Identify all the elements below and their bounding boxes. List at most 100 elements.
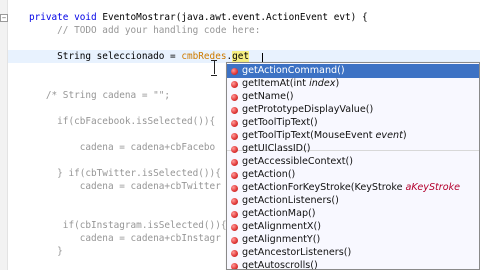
method-bullet-icon [231,80,238,88]
method-bullet-icon [231,171,238,179]
method-bullet-icon [231,67,238,75]
completion-params: () [308,208,316,219]
completion-item[interactable]: getAutoscrolls() [227,259,479,270]
code-line-text: if(cbFacebook.isSelected()){ [12,115,215,128]
completion-params: (int [289,78,310,89]
completion-method-name: getActionForKeyStroke [242,182,351,193]
method-bullet-icon [231,106,238,114]
code-token: cmbRedes [181,51,227,62]
code-token: cadena = cadena+cbTwitter [79,181,221,192]
completion-method-name: getItemAt [242,78,290,89]
completion-item[interactable]: getItemAt(int index) [227,77,479,91]
completion-params: () [337,65,345,76]
completion-method-name: getToolTipText [242,130,311,141]
method-bullet-icon [231,197,238,205]
completion-method-name: getActionCommand [242,65,338,76]
completion-item[interactable]: getToolTipText(MouseEvent event) [227,129,479,143]
code-line[interactable] [12,37,480,50]
completion-params-close: ) [335,78,340,89]
completion-params-close: ) [402,130,407,141]
code-token: if(cbInstagram.isSelected()){ [57,220,227,231]
completion-method-name: getAutoscrolls [242,260,311,270]
code-line-text: /* String cadena = ""; [12,89,170,102]
code-token: if(cbFacebook.isSelected()){ [57,116,216,127]
code-line[interactable]: // TODO add your handling code here: [12,24,480,37]
completion-params: (MouseEvent [310,130,376,141]
code-token: /* String cadena = ""; [45,90,171,101]
ibeam-cursor-icon [211,60,217,76]
method-bullet-icon [231,184,238,192]
code-token: get [232,51,250,62]
completion-item[interactable]: getPrototypeDisplayValue() [227,103,479,117]
completion-params: () [312,234,321,245]
completion-params: () [365,104,374,115]
code-line[interactable]: private void EventoMostrar(java.awt.even… [12,11,480,24]
completion-item[interactable]: getActionForKeyStroke(KeyStroke aKeyStro… [227,181,479,195]
completion-method-name: getAction [242,169,288,180]
completion-item[interactable]: getActionCommand() [227,64,479,78]
code-token: EventoMostrar [102,12,176,23]
completion-params: () [313,221,321,232]
completion-method-name: getName [242,91,287,102]
completion-method-name: getUIClassID [242,143,304,154]
completion-param-name: aKeyStroke [405,182,461,193]
code-token: private void [28,12,103,23]
completion-params: () [331,195,339,206]
code-token: (java.awt.event.ActionEvent [175,12,334,23]
completion-params: () [345,156,354,167]
code-token: cadena = cadena+cbFacebo [79,142,216,153]
method-bullet-icon [231,158,238,166]
code-token: } [57,246,63,257]
completion-item[interactable]: getAlignmentX() [227,220,479,234]
completion-item[interactable]: getAction() [227,168,479,182]
code-line-text: cadena = cadena+cbTwitter [12,180,221,193]
code-token: String seleccionado = [12,51,182,62]
code-token: } if(cbTwitter.isSelected()){ [57,168,221,179]
code-token: ) { [350,12,368,23]
code-line-text: // TODO add your handling code here: [12,24,260,37]
method-bullet-icon [231,236,238,244]
code-line-text: if(cbInstagram.isSelected()){ [12,219,227,232]
code-line-text: private void EventoMostrar(java.awt.even… [12,11,368,24]
completion-item[interactable]: getToolTipText() [227,116,479,130]
method-bullet-icon [231,223,238,231]
code-token: evt [333,12,351,23]
completion-params: () [310,117,318,128]
code-token: // TODO add your handling code here: [57,25,261,36]
completion-item[interactable]: getName() [227,90,479,104]
code-completion-popup[interactable]: getActionCommand() getItemAt(int index) ge… [226,62,480,270]
code-token: cadena = cadena+cbInstagr [79,233,221,244]
completion-method-name: getActionListeners [242,195,332,206]
completion-item[interactable]: getAncestorListeners() [227,246,479,260]
completion-params: (KeyStroke [350,182,406,193]
completion-method-name: getPrototypeDisplayValue [242,104,366,115]
completion-params: () [286,91,294,102]
completion-method-name: getAlignmentX [242,221,314,232]
method-bullet-icon [231,262,238,269]
completion-item[interactable]: getActionListeners() [227,194,479,208]
completion-method-name: getActionMap [242,208,309,219]
completion-method-name: getAlignmentY [242,234,313,245]
completion-item[interactable]: getAccessibleContext() [227,155,479,169]
method-bullet-icon [231,145,238,153]
code-line-text: cadena = cadena+cbInstagr [12,232,221,245]
completion-item[interactable]: getAlignmentY() [227,233,479,247]
completion-item[interactable]: getActionMap() [227,207,479,221]
completion-param-name: index [309,78,336,89]
method-bullet-icon [231,249,238,257]
completion-params: () [287,169,296,180]
completion-method-name: getToolTipText [242,117,311,128]
code-line-text: } [12,245,63,258]
completion-method-name: getAccessibleContext [242,156,346,167]
completion-item[interactable]: getUIClassID() [227,142,479,156]
completion-params: () [343,247,352,258]
method-bullet-icon [231,93,238,101]
completion-method-name: getAncestorListeners [242,247,344,258]
